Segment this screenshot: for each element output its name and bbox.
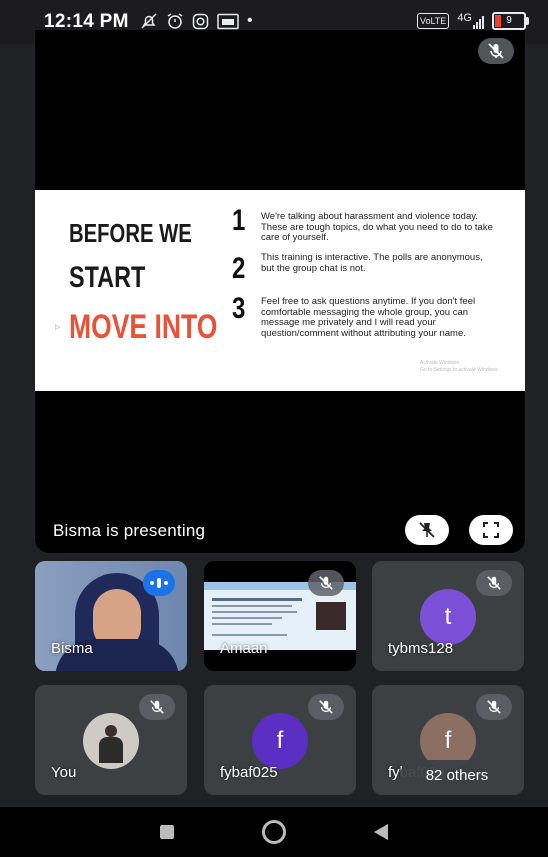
participant-name: fybaf025 bbox=[220, 764, 278, 781]
participant-name: tybms128 bbox=[388, 640, 454, 657]
fullscreen-button[interactable] bbox=[469, 515, 513, 545]
mic-off-icon bbox=[476, 570, 512, 596]
mic-off-icon bbox=[139, 694, 175, 720]
speaking-indicator-icon bbox=[143, 570, 175, 596]
participant-avatar: t bbox=[420, 589, 476, 645]
unpin-icon bbox=[419, 522, 435, 538]
presenting-label: Bisma is presenting bbox=[53, 521, 206, 540]
participant-name: Amaan bbox=[220, 640, 268, 657]
participant-tile[interactable]: Amaan bbox=[204, 561, 356, 671]
meet-icon bbox=[217, 13, 239, 29]
fullscreen-icon bbox=[483, 522, 499, 538]
mic-off-icon bbox=[476, 694, 512, 720]
slide-item-number: 2 bbox=[232, 252, 246, 285]
slide-title-line-1: BEFORE WE bbox=[69, 218, 192, 248]
presentation-view[interactable]: BEFORE WE START MOVE INTO ▷ 1 We're talk… bbox=[35, 30, 525, 553]
slide-title-line-2: START bbox=[69, 261, 146, 294]
status-left-icons: • bbox=[140, 12, 253, 30]
slide-item-number: 3 bbox=[232, 292, 246, 325]
dot-icon: • bbox=[247, 12, 253, 29]
instagram-icon bbox=[192, 13, 209, 29]
participant-avatar: f bbox=[252, 713, 308, 769]
battery-icon: 9 bbox=[492, 12, 529, 30]
shared-slide: BEFORE WE START MOVE INTO ▷ 1 We're talk… bbox=[35, 190, 525, 391]
others-button[interactable]: 82 others bbox=[400, 760, 514, 790]
participant-tile[interactable]: t tybms128 bbox=[372, 561, 524, 671]
participant-tile[interactable]: f fybaf025 bbox=[204, 685, 356, 795]
participant-photo-avatar bbox=[83, 713, 139, 769]
participant-tile[interactable]: You bbox=[35, 685, 187, 795]
unpin-button[interactable] bbox=[405, 515, 449, 545]
mic-off-icon bbox=[308, 694, 344, 720]
slide-item-number: 1 bbox=[232, 204, 246, 237]
recents-icon[interactable] bbox=[160, 825, 174, 839]
slide-title-line-3: MOVE INTO bbox=[69, 308, 218, 346]
participant-name: Bisma bbox=[51, 640, 93, 657]
mic-off-icon bbox=[308, 570, 344, 596]
status-right-icons: VoLTE 4G 9 bbox=[416, 12, 529, 30]
back-icon[interactable] bbox=[374, 824, 388, 840]
signal-icon: 4G bbox=[457, 13, 484, 29]
slide-item-text: Feel free to ask questions anytime. If y… bbox=[261, 296, 476, 339]
cursor-icon: ▷ bbox=[55, 324, 61, 331]
alarm-icon bbox=[167, 13, 183, 29]
home-icon[interactable] bbox=[262, 820, 286, 844]
presenter-mic-off-icon bbox=[478, 38, 514, 64]
participant-name: You bbox=[51, 764, 77, 781]
system-nav-bar bbox=[0, 807, 548, 857]
volte-badge: VoLTE bbox=[416, 13, 450, 29]
slide-item-text: This training is interactive. The polls … bbox=[261, 252, 483, 274]
no-notification-icon bbox=[141, 13, 157, 29]
participant-tile[interactable]: Bisma bbox=[35, 561, 187, 671]
windows-watermark: Activate Windows Go to Settings to activ… bbox=[420, 360, 499, 373]
slide-item-text: We're talking about harassment and viole… bbox=[261, 211, 493, 243]
